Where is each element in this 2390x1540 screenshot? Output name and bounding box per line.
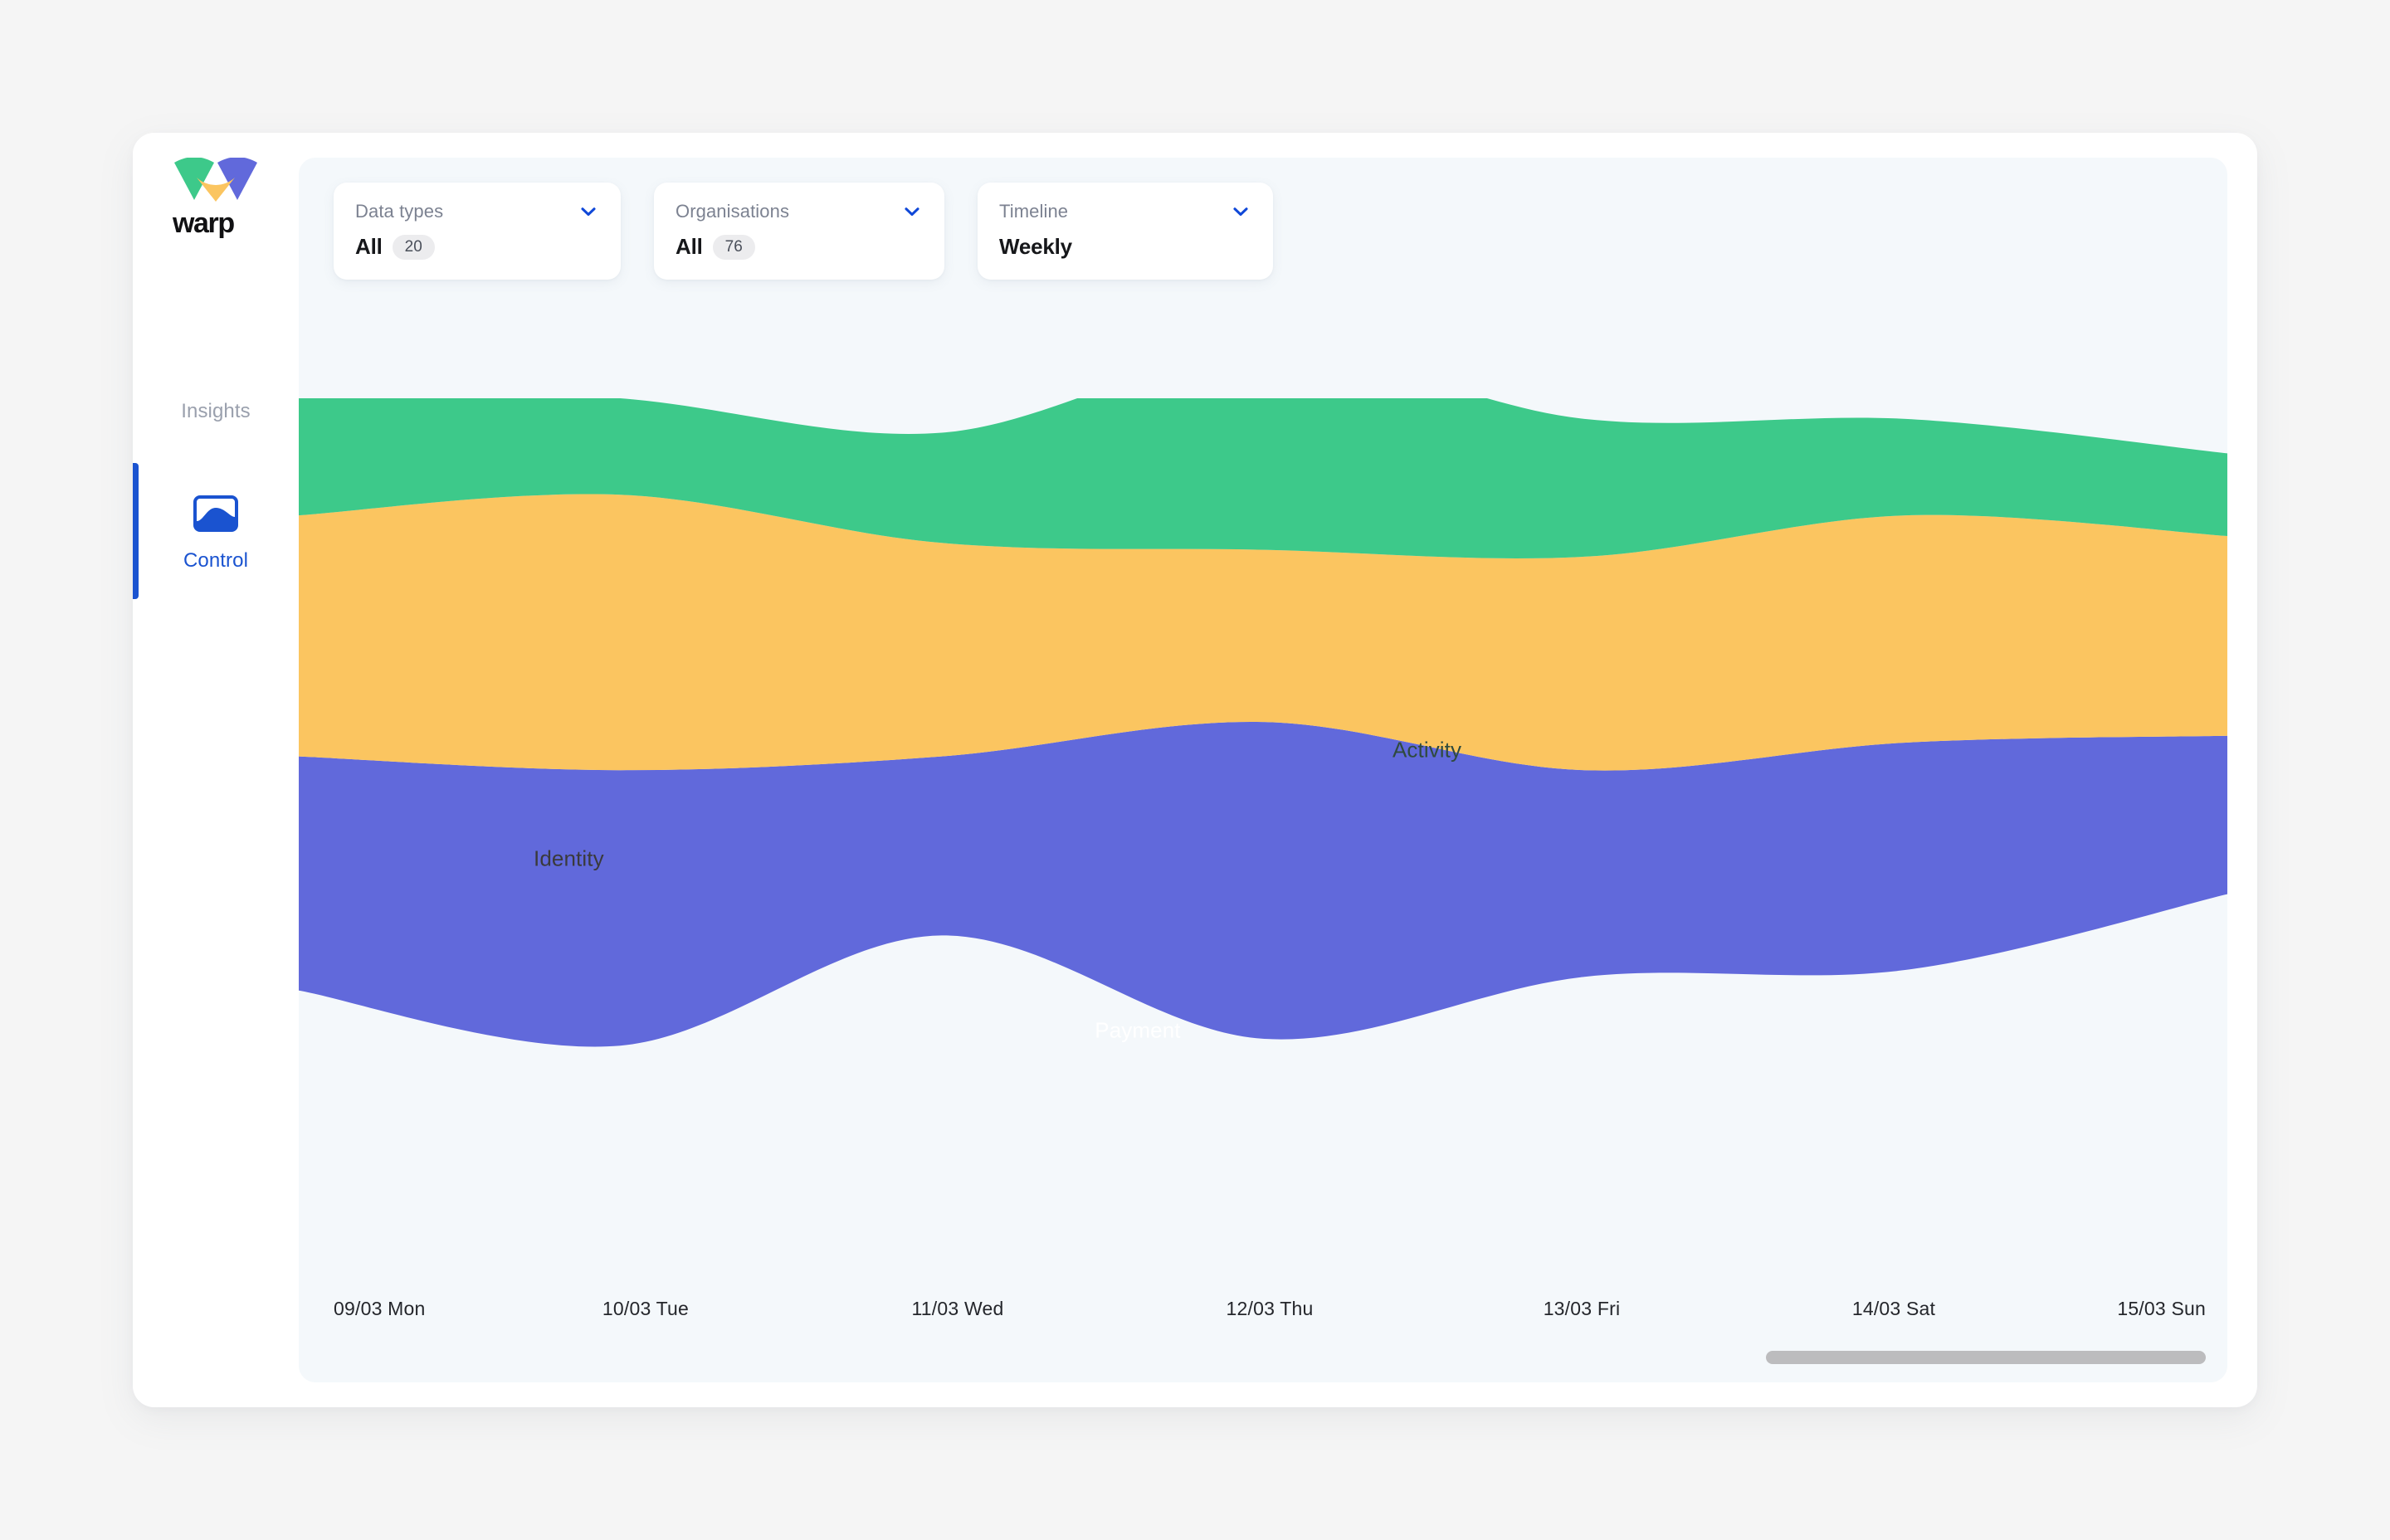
chevron-down-icon[interactable] [578, 201, 599, 222]
filter-timeline[interactable]: Timeline Weekly [978, 183, 1273, 280]
x-axis-tick: 12/03 Thu [1226, 1298, 1314, 1319]
x-axis-tick: 10/03 Tue [602, 1298, 690, 1319]
x-axis-tick: 15/03 Sun [2117, 1298, 2206, 1319]
filter-bar: Data types All 20 Organisations All 76 T… [334, 183, 1273, 280]
filter-organisations[interactable]: Organisations All 76 [654, 183, 944, 280]
sidebar: warp Insights Control [133, 133, 299, 1407]
filter-value-timeline: Weekly [999, 234, 1072, 259]
streamgraph-chart: Activity Identity Payment [299, 158, 2227, 1382]
filter-label-timeline: Timeline [999, 201, 1069, 222]
filter-label-data-types: Data types [355, 201, 444, 222]
x-axis-tick: 13/03 Fri [1543, 1298, 1621, 1319]
horizontal-scrollbar-thumb[interactable] [1766, 1351, 2206, 1364]
main-panel: Data types All 20 Organisations All 76 T… [299, 158, 2227, 1382]
stream-band-payment[interactable] [299, 721, 2227, 1047]
filter-label-organisations: Organisations [676, 201, 790, 222]
x-axis-tick: 14/03 Sat [1851, 1298, 1936, 1319]
streamgraph-svg [299, 398, 2227, 1047]
filter-badge-organisations: 76 [712, 234, 755, 260]
sidebar-item-label-control: Control [183, 549, 249, 572]
filter-badge-data-types: 20 [392, 234, 435, 260]
horizontal-scrollbar-track[interactable] [332, 1351, 2206, 1364]
x-axis-tick: 09/03 Mon [334, 1298, 426, 1319]
sidebar-item-insights[interactable]: Insights [133, 307, 299, 456]
area-chart-icon [192, 490, 240, 538]
grid-icon [192, 340, 240, 388]
filter-value-data-types: All [355, 234, 383, 259]
warp-logo-icon [173, 158, 259, 202]
sidebar-item-control[interactable]: Control [133, 456, 299, 606]
filter-value-organisations: All [676, 234, 703, 259]
x-axis-tick: 11/03 Wed [911, 1298, 1004, 1319]
app-window: warp Insights Control Data types All 20 … [133, 133, 2257, 1407]
sidebar-nav: Insights Control [133, 307, 299, 606]
brand-name: warp [173, 207, 235, 239]
active-indicator-bar [133, 463, 139, 599]
brand[interactable]: warp [173, 158, 262, 240]
x-axis: 09/03 Mon 10/03 Tue 11/03 Wed 12/03 Thu 13/0… [299, 1298, 2227, 1331]
chevron-down-icon[interactable] [901, 201, 923, 222]
filter-data-types[interactable]: Data types All 20 [334, 183, 621, 280]
sidebar-item-label-insights: Insights [181, 400, 251, 422]
chevron-down-icon[interactable] [1230, 201, 1251, 222]
